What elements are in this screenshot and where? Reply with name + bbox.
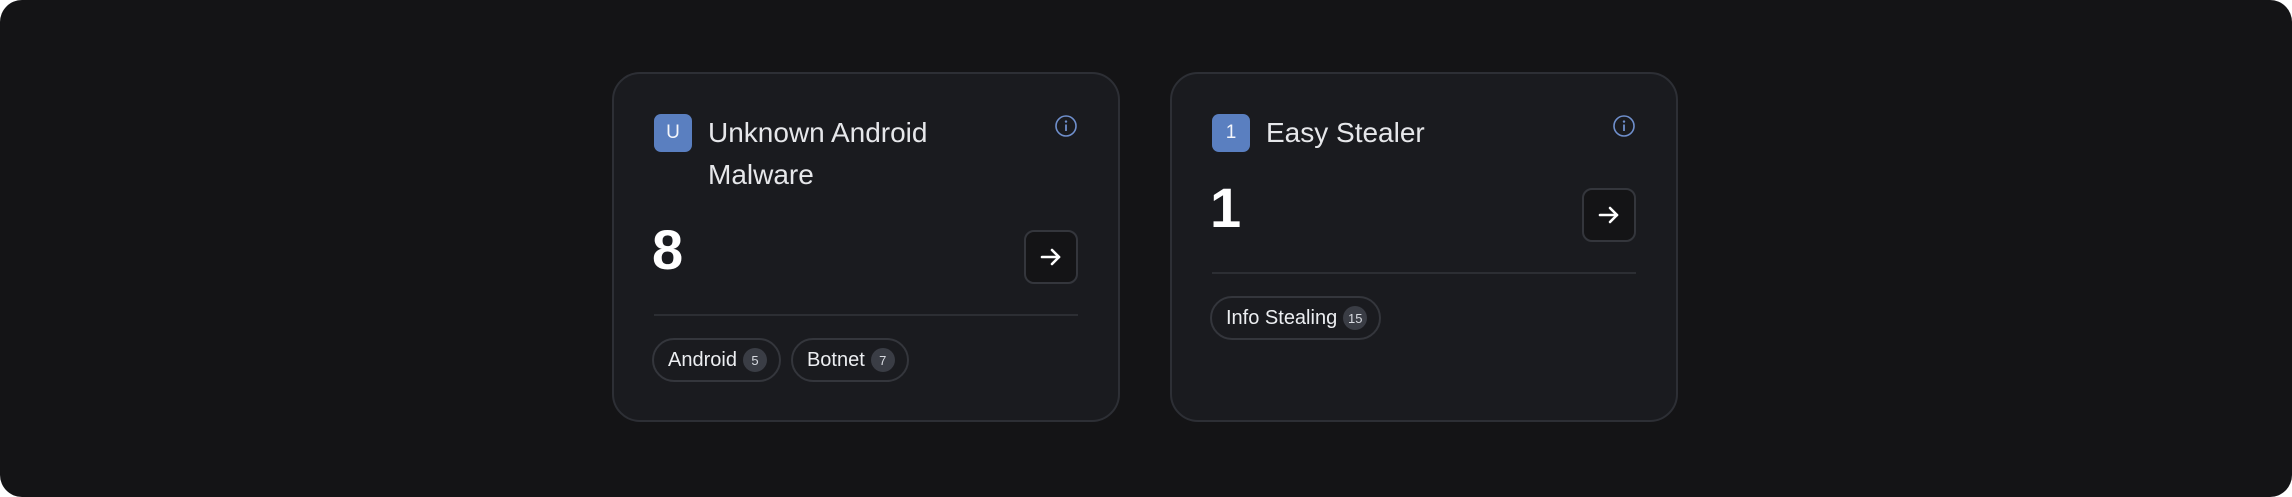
malware-card-unknown-android[interactable]: U Unknown Android Malware 8 Android 5 Bo… — [612, 72, 1120, 422]
card-divider — [1212, 272, 1636, 274]
card-badge: U — [654, 114, 692, 152]
open-card-button[interactable] — [1024, 230, 1078, 284]
card-title: Unknown Android Malware — [708, 117, 928, 190]
tag-count: 7 — [870, 348, 895, 372]
info-icon[interactable] — [1612, 114, 1636, 138]
card-title: Easy Stealer — [1266, 117, 1425, 148]
arrow-right-icon — [1598, 206, 1619, 224]
tag-list: Info Stealing 15 — [1210, 296, 1382, 340]
info-icon[interactable] — [1054, 114, 1078, 138]
tag-count: 5 — [742, 348, 767, 372]
app-frame: U Unknown Android Malware 8 Android 5 Bo… — [0, 0, 2292, 497]
tag-botnet[interactable]: Botnet 7 — [790, 338, 909, 382]
tag-count: 15 — [1343, 306, 1368, 330]
tag-label: Android — [668, 348, 737, 371]
tag-label: Info Stealing — [1226, 306, 1338, 329]
card-badge: 1 — [1212, 114, 1250, 152]
sample-count: 8 — [652, 218, 684, 281]
tag-android[interactable]: Android 5 — [652, 338, 781, 382]
card-divider — [654, 314, 1078, 316]
sample-count: 1 — [1210, 176, 1242, 239]
tag-info-stealing[interactable]: Info Stealing 15 — [1210, 296, 1382, 340]
arrow-right-icon — [1040, 248, 1061, 266]
tag-label: Botnet — [806, 348, 865, 371]
open-card-button[interactable] — [1582, 188, 1636, 242]
malware-card-easy-stealer[interactable]: 1 Easy Stealer 1 Info Stealing 15 — [1170, 72, 1678, 422]
tag-list: Android 5 Botnet 7 — [652, 338, 909, 382]
